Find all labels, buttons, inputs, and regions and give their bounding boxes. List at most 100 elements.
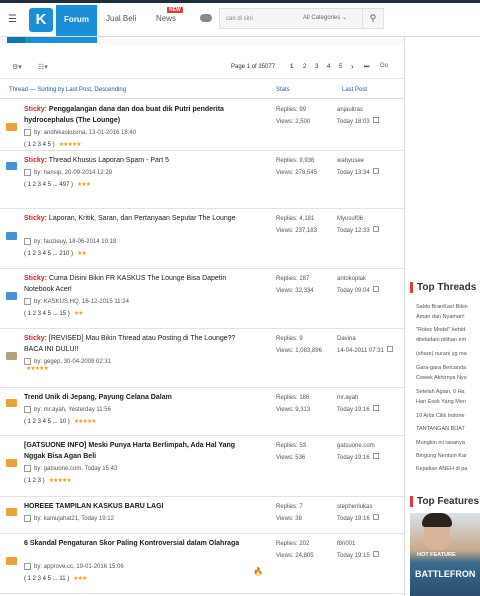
top-thread-item[interactable]: Saldo BranKas! Bikin bbox=[416, 303, 480, 312]
top-thread-item[interactable]: (share) nurani yg ma bbox=[416, 350, 480, 359]
go-to-last-post-icon[interactable] bbox=[372, 514, 379, 520]
top-thread-item[interactable]: 10 Artis Cilik Indone bbox=[416, 412, 480, 421]
thread-title[interactable]: Sticky: [REVISED] Mau Bikin Thread atau … bbox=[24, 333, 256, 355]
thread-title[interactable]: Sticky: Thread Khusus Laporan Spam - Par… bbox=[24, 155, 256, 166]
hamburger-menu-icon[interactable]: ☰ bbox=[8, 14, 17, 25]
last-post-user[interactable]: Davina bbox=[337, 333, 393, 345]
last-post-user[interactable]: Myusuf06 bbox=[337, 213, 379, 225]
category-select[interactable]: All Categories ⌄ bbox=[298, 8, 363, 29]
thread-author-text[interactable]: by: KASKUS.HQ, 16-12-2015 11:24 bbox=[34, 299, 129, 305]
thread-page-links-text[interactable]: ( 1 2 3 ) bbox=[24, 478, 45, 484]
thread-author-text[interactable]: by: approve.cc, 19-01-2016 15:06 bbox=[34, 564, 124, 570]
thread-page-links-text[interactable]: ( 1 2 3 4 5 ) bbox=[24, 142, 55, 148]
sort-options-icon[interactable]: ☷▾ bbox=[38, 63, 48, 71]
thread-title-text[interactable]: HOREEE TAMPILAN KASKUS BARU LAGI bbox=[24, 503, 163, 510]
page-link-3[interactable]: 3 bbox=[315, 64, 318, 70]
thread-select-checkbox[interactable] bbox=[24, 358, 31, 365]
top-thread-item[interactable]: Hari Esok Yang Men bbox=[416, 398, 480, 407]
thread-title-text[interactable]: 6 Skandal Pengaturan Skor Paling Kontrov… bbox=[24, 540, 239, 547]
stats-header[interactable]: Stats bbox=[276, 87, 290, 93]
nav-jual-beli[interactable]: Jual Beli bbox=[106, 14, 136, 23]
thread-title-text[interactable]: Trend Unik di Jepang, Payung Celana Dala… bbox=[24, 394, 172, 401]
last-post-user[interactable]: f8n001 bbox=[337, 538, 379, 550]
last-post-user[interactable]: wahyusee bbox=[337, 155, 379, 167]
chat-icon[interactable] bbox=[200, 14, 212, 22]
last-post-user[interactable]: antokoplak bbox=[337, 273, 379, 285]
last-post-user[interactable]: mr.ayah bbox=[337, 392, 379, 404]
go-to-last-post-icon[interactable] bbox=[372, 168, 379, 174]
sort-header[interactable]: Thread — Sorting by Last Post, Descendin… bbox=[9, 87, 126, 93]
thread-title-text[interactable]: Thread Khusus Laporan Spam - Part 5 bbox=[49, 157, 169, 164]
top-thread-item[interactable]: Aman dan Nyaman! bbox=[416, 313, 480, 322]
kaskus-logo[interactable]: K bbox=[29, 8, 53, 32]
next-page-icon[interactable]: › bbox=[351, 62, 354, 71]
thread-title-text[interactable]: [GATSUONE INFO] Meski Punya Harta Berlim… bbox=[24, 442, 235, 460]
thread-author-text[interactable]: by: gegep, 30-04-2009 02:31 bbox=[34, 359, 111, 365]
thread-select-checkbox[interactable] bbox=[24, 465, 31, 472]
page-link-4[interactable]: 4 bbox=[327, 64, 330, 70]
settings-gear-icon[interactable]: ⚙▾ bbox=[12, 63, 22, 71]
top-thread-item[interactable]: Gara-gara Bercanda bbox=[416, 364, 480, 373]
thread-title-text[interactable]: Laporan, Kritik, Saran, dan Pertanyaan S… bbox=[49, 215, 236, 222]
thread-title[interactable]: Trend Unik di Jepang, Payung Celana Dala… bbox=[24, 392, 256, 403]
thread-page-links[interactable]: ( 1 2 3 4 5 ... 15 ) ★★ bbox=[24, 310, 83, 317]
last-post-user[interactable]: gatsuone.com bbox=[337, 440, 379, 452]
top-thread-item[interactable]: Bingung Nentuin Kar bbox=[416, 452, 480, 461]
thread-select-checkbox[interactable] bbox=[24, 129, 31, 136]
top-thread-item[interactable]: Kejadian ANEH di pa bbox=[416, 465, 480, 474]
thread-author-text[interactable]: by: mr.ayah, Yesterday 11:56 bbox=[34, 407, 111, 413]
go-to-last-post-icon[interactable] bbox=[372, 453, 379, 459]
thread-page-links-text[interactable]: ( 1 2 3 4 5 ... 497 ) bbox=[24, 182, 73, 188]
top-thread-item[interactable]: TANTANGAN BUAT bbox=[416, 425, 480, 434]
page-link-2[interactable]: 2 bbox=[303, 64, 306, 70]
go-to-last-post-icon[interactable] bbox=[386, 346, 393, 352]
last-post-user[interactable]: anjaultras bbox=[337, 104, 379, 116]
thread-title[interactable]: [GATSUONE INFO] Meski Punya Harta Berlim… bbox=[24, 440, 256, 462]
thread-select-checkbox[interactable] bbox=[24, 515, 31, 522]
thread-author-text[interactable]: by: kamujahat21, Today 19:12 bbox=[34, 516, 114, 522]
top-thread-item[interactable]: diteladani pilihan em bbox=[416, 336, 480, 345]
thread-page-links[interactable]: ( 1 2 3 4 5 ... 10 ) ★★★★★ bbox=[24, 418, 97, 425]
thread-page-links-text[interactable]: ( 1 2 3 4 5 ... 11 ) bbox=[24, 576, 69, 582]
thread-title-text[interactable]: Cuma Disini Bikin FR KASKUS The Lounge B… bbox=[24, 275, 226, 293]
nav-forum[interactable]: Forum bbox=[56, 5, 97, 36]
thread-author-text[interactable]: by: gatsuone.com, Today 15:43 bbox=[34, 466, 117, 472]
thread-title-text[interactable]: [REVISED] Mau Bikin Thread atau Posting … bbox=[24, 335, 235, 353]
search-button[interactable]: ⚲ bbox=[362, 8, 384, 29]
thread-select-checkbox[interactable] bbox=[24, 298, 31, 305]
thread-select-checkbox[interactable] bbox=[24, 563, 31, 570]
page-link-5[interactable]: 5 bbox=[339, 64, 342, 70]
hot-feature-banner[interactable]: HOT FEATURE BATTLEFRON bbox=[410, 513, 480, 596]
thread-title[interactable]: 6 Skandal Pengaturan Skor Paling Kontrov… bbox=[24, 538, 256, 549]
thread-select-checkbox[interactable] bbox=[24, 406, 31, 413]
thread-select-checkbox[interactable] bbox=[24, 238, 31, 245]
thread-page-links-text[interactable]: ( 1 2 3 4 5 ... 210 ) bbox=[24, 251, 73, 257]
nav-news[interactable]: News bbox=[156, 14, 176, 23]
top-thread-item[interactable]: Setelah Agian, 6 Ha bbox=[416, 388, 480, 397]
thread-page-links[interactable]: ( 1 2 3 4 5 ... 210 ) ★★ bbox=[24, 250, 87, 257]
top-thread-item[interactable]: Cewek Akhirnya Nyu bbox=[416, 374, 480, 383]
thread-title-text[interactable]: Penggalangan dana dan doa buat dik Putri… bbox=[24, 106, 224, 124]
top-thread-item[interactable]: Mungkin ini rasanya bbox=[416, 439, 480, 448]
thread-page-links-text[interactable]: ( 1 2 3 4 5 ... 15 ) bbox=[24, 311, 70, 317]
page-link-1[interactable]: 1 bbox=[290, 64, 293, 70]
thread-author-text[interactable]: by: fauzieuy, 18-06-2014 10:18 bbox=[34, 239, 116, 245]
go-to-last-post-icon[interactable] bbox=[372, 226, 379, 232]
thread-page-links[interactable]: ( 1 2 3 4 5 ) ★★★★★ bbox=[24, 141, 82, 148]
thread-page-links[interactable]: ( 1 2 3 4 5 ... 11 ) ★★★ bbox=[24, 575, 87, 582]
thread-title[interactable]: Sticky: Penggalangan dana dan doa buat d… bbox=[24, 104, 256, 126]
thread-page-links[interactable]: ( 1 2 3 4 5 ... 497 ) ★★★ bbox=[24, 181, 91, 188]
thread-title[interactable]: Sticky: Cuma Disini Bikin FR KASKUS The … bbox=[24, 273, 256, 295]
thread-author-text[interactable]: by: andhikaskusma, 13-01-2016 18:40 bbox=[34, 130, 136, 136]
last-post-user[interactable]: stephenlukas bbox=[337, 501, 379, 513]
thread-author-text[interactable]: by: hansip, 20-09-2014 12:29 bbox=[34, 170, 112, 176]
thread-title[interactable]: Sticky: Laporan, Kritik, Saran, dan Pert… bbox=[24, 213, 256, 224]
go-button[interactable]: Go bbox=[380, 63, 388, 69]
go-to-last-post-icon[interactable] bbox=[372, 405, 379, 411]
go-to-last-post-icon[interactable] bbox=[372, 286, 379, 292]
last-page-icon[interactable]: ⏭ bbox=[364, 64, 369, 71]
last-post-header[interactable]: Last Post bbox=[342, 87, 367, 93]
top-thread-item[interactable]: "Roles Model" kehid bbox=[416, 326, 480, 335]
go-to-last-post-icon[interactable] bbox=[372, 551, 379, 557]
go-to-last-post-icon[interactable] bbox=[372, 117, 379, 123]
